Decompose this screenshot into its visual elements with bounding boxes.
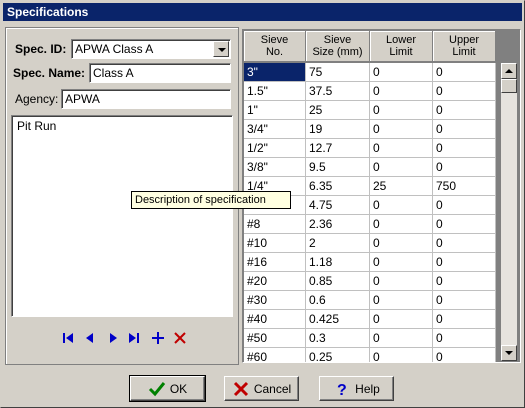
grid-cell[interactable]: 0	[370, 329, 433, 348]
grid-cell[interactable]: 750	[433, 177, 496, 196]
delete-record-icon[interactable]	[173, 331, 187, 345]
scroll-up-icon[interactable]	[501, 63, 517, 79]
grid-cell[interactable]: 0.3	[306, 329, 370, 348]
checkmark-icon	[148, 381, 165, 396]
grid-cell[interactable]: 0.85	[306, 272, 370, 291]
help-button[interactable]: ? Help	[319, 376, 394, 401]
grid-cell[interactable]: 0	[433, 101, 496, 120]
question-mark-icon: ?	[337, 382, 347, 397]
scroll-down-icon[interactable]	[501, 345, 517, 361]
ok-label: OK	[169, 381, 188, 396]
grid-cell[interactable]: 1"	[244, 101, 306, 120]
grid-cell[interactable]: #50	[244, 329, 306, 348]
grid-cell[interactable]: 0	[370, 348, 433, 362]
grid-cell[interactable]: 0	[433, 158, 496, 177]
grid-cell[interactable]: 0	[370, 82, 433, 101]
grid-cell[interactable]: 0	[370, 215, 433, 234]
grid-cell[interactable]: 0	[433, 196, 496, 215]
grid-cell[interactable]: #40	[244, 310, 306, 329]
grid-cell[interactable]: 12.7	[306, 139, 370, 158]
grid-cell[interactable]: 75	[306, 63, 370, 82]
agency-label: Agency:	[15, 92, 59, 106]
chevron-down-icon[interactable]	[213, 41, 229, 57]
grid-cell[interactable]: 0	[370, 120, 433, 139]
grid-cell[interactable]: 0	[433, 253, 496, 272]
grid-cell[interactable]: #60	[244, 348, 306, 362]
grid-cell[interactable]: 1.18	[306, 253, 370, 272]
first-record-icon[interactable]	[61, 331, 75, 345]
grid-cell[interactable]: 0	[433, 272, 496, 291]
grid-cell[interactable]: 0	[433, 120, 496, 139]
grid-header[interactable]: Lower Limit	[370, 31, 433, 62]
grid-cell[interactable]: 0	[370, 63, 433, 82]
grid-cell[interactable]: 9.5	[306, 158, 370, 177]
cancel-x-icon	[233, 381, 248, 396]
grid-cell[interactable]: 37.5	[306, 82, 370, 101]
cancel-button[interactable]: Cancel	[224, 376, 299, 401]
grid-cell[interactable]: 4.75	[306, 196, 370, 215]
grid-header[interactable]: Sieve No.	[244, 31, 306, 62]
cancel-label: Cancel	[253, 381, 292, 396]
specifications-window: Specifications Spec. ID: APWA Class A Sp…	[0, 0, 525, 408]
scroll-thumb[interactable]	[501, 79, 517, 93]
grid-cell[interactable]: 0	[433, 348, 496, 362]
spec-id-combo[interactable]: APWA Class A	[71, 39, 231, 59]
grid-cell[interactable]: 1.5"	[244, 82, 306, 101]
spec-id-value: APWA Class A	[75, 42, 154, 56]
grid-cell[interactable]: 0	[370, 310, 433, 329]
grid-cell[interactable]: 0	[433, 234, 496, 253]
window-title: Specifications	[3, 3, 522, 21]
grid-cell[interactable]: #30	[244, 291, 306, 310]
grid-cell[interactable]: 0	[433, 215, 496, 234]
grid-cell[interactable]: #20	[244, 272, 306, 291]
help-label: Help	[355, 381, 380, 396]
grid-cell[interactable]: 0	[370, 272, 433, 291]
grid-cell[interactable]: 6.35	[306, 177, 370, 196]
grid-cell[interactable]: 0	[370, 253, 433, 272]
spec-name-label: Spec. Name:	[13, 66, 86, 80]
grid-cell[interactable]: 1/2"	[244, 139, 306, 158]
grid-cell[interactable]: 2	[306, 234, 370, 253]
spec-name-field[interactable]: Class A	[89, 63, 231, 83]
grid-cell[interactable]: 0.25	[306, 348, 370, 362]
grid-header[interactable]: Upper Limit	[433, 31, 496, 62]
grid-cell[interactable]: 25	[370, 177, 433, 196]
agency-field[interactable]: APWA	[61, 89, 231, 109]
grid-cell[interactable]: 0	[433, 310, 496, 329]
description-memo[interactable]: Pit Run	[11, 115, 233, 317]
add-record-icon[interactable]	[151, 331, 165, 345]
grid-cell[interactable]: 0	[433, 82, 496, 101]
grid-cell[interactable]: 0	[433, 329, 496, 348]
grid-cell[interactable]: #10	[244, 234, 306, 253]
grid-cell[interactable]: 0	[370, 158, 433, 177]
next-record-icon[interactable]	[106, 331, 120, 345]
description-tooltip: Description of specification	[131, 191, 291, 209]
grid-cell[interactable]: 3/8"	[244, 158, 306, 177]
grid-cell[interactable]: 19	[306, 120, 370, 139]
grid-cell[interactable]: 2.36	[306, 215, 370, 234]
svg-text:?: ?	[337, 382, 347, 397]
ok-button[interactable]: OK	[129, 375, 206, 402]
grid-cell[interactable]: 0	[433, 291, 496, 310]
grid-cell[interactable]: #8	[244, 215, 306, 234]
grid-cell[interactable]: 0	[370, 101, 433, 120]
spec-id-label: Spec. ID:	[15, 42, 67, 56]
grid-cell[interactable]: 0	[370, 139, 433, 158]
grid-cell[interactable]: 3/4"	[244, 120, 306, 139]
grid-cell[interactable]: 0.425	[306, 310, 370, 329]
grid-cell[interactable]: 0	[433, 139, 496, 158]
grid-cell[interactable]: 3"	[244, 63, 306, 82]
grid-cell[interactable]: 0.6	[306, 291, 370, 310]
grid-cell[interactable]: #16	[244, 253, 306, 272]
grid-cell[interactable]: 0	[370, 196, 433, 215]
grid-cell[interactable]: 0	[370, 291, 433, 310]
grid-header[interactable]: Sieve Size (mm)	[306, 31, 370, 62]
prev-record-icon[interactable]	[83, 331, 97, 345]
grid-cell[interactable]: 0	[370, 234, 433, 253]
vertical-scrollbar[interactable]	[501, 63, 517, 361]
last-record-icon[interactable]	[127, 331, 141, 345]
grid-cell[interactable]: 25	[306, 101, 370, 120]
grid-cell[interactable]: 0	[433, 63, 496, 82]
